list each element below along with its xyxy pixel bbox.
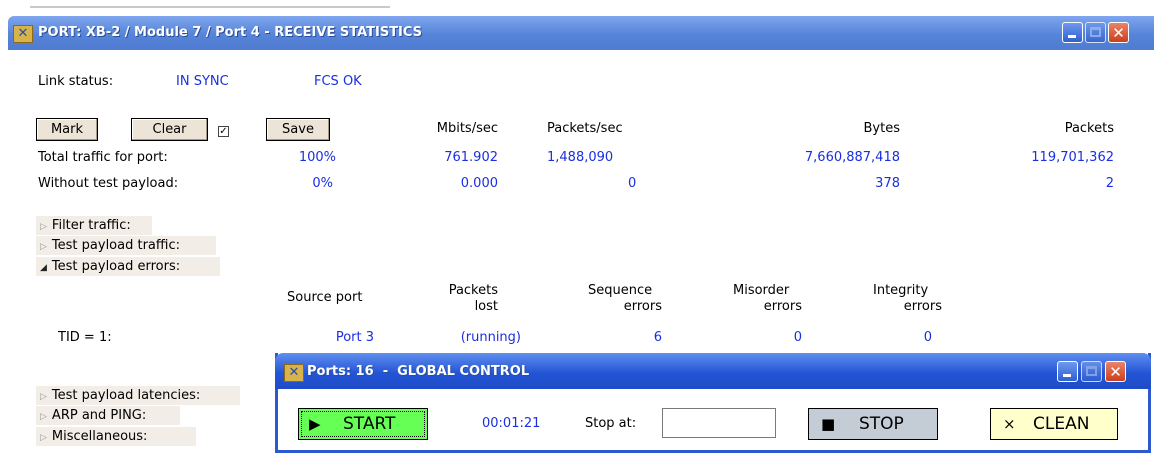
total-pps: 1,488,090	[547, 150, 614, 165]
close-button[interactable]: ✕	[1108, 22, 1129, 43]
tid-sequence-errors: 6	[653, 330, 662, 345]
tid-source-port: Port 3	[335, 330, 374, 345]
without-packets: 2	[1105, 176, 1114, 191]
err-header-packets-lost-2: lost	[474, 299, 498, 314]
without-bytes: 378	[875, 176, 900, 191]
total-packets: 119,701,362	[1031, 150, 1114, 165]
without-percent: 0%	[312, 176, 333, 191]
stop-label: STOP	[859, 414, 904, 434]
start-label: START	[343, 414, 396, 434]
tid-misorder-errors: 0	[793, 330, 802, 345]
elapsed-time: 00:01:21	[482, 416, 541, 431]
gc-maximize-button[interactable]	[1081, 361, 1102, 382]
col-header-pps: Packets/sec	[547, 121, 623, 136]
total-bytes: 7,660,887,418	[804, 150, 900, 165]
clear-button[interactable]: Clear	[131, 118, 208, 141]
section-arp-ping[interactable]: ▷ ARP and PING:	[36, 406, 180, 425]
stop-square-icon: ■	[821, 415, 836, 433]
expand-arrow-icon: ▷	[40, 392, 47, 402]
minimize-button[interactable]	[1062, 22, 1083, 43]
err-header-sequence-2: errors	[623, 299, 662, 314]
main-title-bar[interactable]: ✕ PORT: XB-2 / Module 7 / Port 4 - RECEI…	[8, 16, 1154, 50]
clean-label: CLEAN	[1033, 414, 1090, 434]
fcs-status: FCS OK	[314, 74, 362, 89]
col-header-bytes: Bytes	[863, 121, 900, 136]
expand-arrow-icon: ▷	[40, 242, 47, 252]
global-control-title: Ports: 16 - GLOBAL CONTROL	[307, 364, 530, 379]
close-icon: ✕	[1109, 363, 1122, 381]
expand-arrow-icon: ▷	[40, 433, 47, 443]
total-mbits: 761.902	[444, 150, 498, 165]
section-label: Test payload errors:	[51, 259, 181, 274]
collapse-arrow-icon: ◢	[40, 263, 47, 273]
section-test-payload-latencies[interactable]: ▷ Test payload latencies:	[36, 386, 240, 405]
stop-at-input[interactable]	[662, 408, 776, 438]
err-header-packets-lost: Packets	[448, 283, 498, 298]
stop-at-label: Stop at:	[585, 416, 637, 431]
row-label-total: Total traffic for port:	[38, 150, 168, 165]
err-header-misorder: Misorder	[733, 283, 790, 298]
link-sync-status: IN SYNC	[176, 74, 229, 89]
section-label: Test payload traffic:	[51, 238, 180, 253]
err-header-integrity-2: errors	[903, 299, 942, 314]
stop-button[interactable]: ■ STOP	[808, 408, 938, 440]
maximize-button[interactable]	[1085, 22, 1106, 43]
tid-integrity-errors: 0	[923, 330, 932, 345]
row-label-without-payload: Without test payload:	[38, 176, 179, 191]
without-mbits: 0.000	[460, 176, 498, 191]
section-label: ARP and PING:	[51, 408, 147, 423]
clean-button[interactable]: × CLEAN	[990, 408, 1118, 440]
section-test-payload-traffic[interactable]: ▷ Test payload traffic:	[36, 236, 216, 255]
strip-line	[30, 6, 390, 8]
col-header-packets: Packets	[1064, 121, 1114, 136]
section-label: Test payload latencies:	[51, 388, 201, 403]
save-button[interactable]: Save	[266, 118, 330, 141]
clean-x-icon: ×	[1003, 415, 1016, 433]
gc-close-button[interactable]: ✕	[1105, 361, 1126, 382]
section-filter-traffic[interactable]: ▷ Filter traffic:	[36, 216, 152, 235]
expand-arrow-icon: ▷	[40, 222, 47, 232]
window-title: PORT: XB-2 / Module 7 / Port 4 - RECEIVE…	[38, 25, 423, 40]
section-miscellaneous[interactable]: ▷ Miscellaneous:	[36, 427, 196, 446]
expand-arrow-icon: ▷	[40, 412, 47, 422]
close-icon: ✕	[1112, 24, 1125, 42]
app-x-icon: ✕	[284, 364, 304, 382]
global-control-title-bar[interactable]: ✕ Ports: 16 - GLOBAL CONTROL ✕	[275, 353, 1151, 389]
col-header-mbits: Mbits/sec	[436, 121, 498, 136]
section-test-payload-errors[interactable]: ◢ Test payload errors:	[36, 257, 220, 276]
play-icon: ▶	[309, 415, 321, 433]
total-percent: 100%	[298, 150, 336, 165]
tid-packets-lost: (running)	[460, 330, 521, 345]
section-label: Filter traffic:	[51, 218, 131, 233]
minimize-icon	[1068, 35, 1076, 38]
section-label: Miscellaneous:	[51, 429, 148, 444]
background-strip	[0, 0, 1154, 14]
start-button[interactable]: ▶ START	[298, 408, 428, 440]
link-status-label: Link status:	[38, 74, 114, 89]
maximize-icon	[1090, 27, 1101, 37]
clear-checkbox[interactable]: ✓	[218, 126, 229, 137]
gc-minimize-button[interactable]	[1057, 361, 1078, 382]
app-x-icon: ✕	[13, 25, 33, 43]
without-pps: 0	[628, 176, 637, 191]
maximize-icon	[1086, 366, 1097, 376]
minimize-icon	[1063, 374, 1071, 377]
err-header-integrity: Integrity	[873, 283, 929, 298]
tid-label: TID = 1:	[58, 330, 112, 345]
err-header-misorder-2: errors	[763, 299, 802, 314]
err-header-source-port: Source port	[287, 290, 363, 305]
mark-button[interactable]: Mark	[36, 118, 98, 141]
err-header-sequence: Sequence	[588, 283, 653, 298]
